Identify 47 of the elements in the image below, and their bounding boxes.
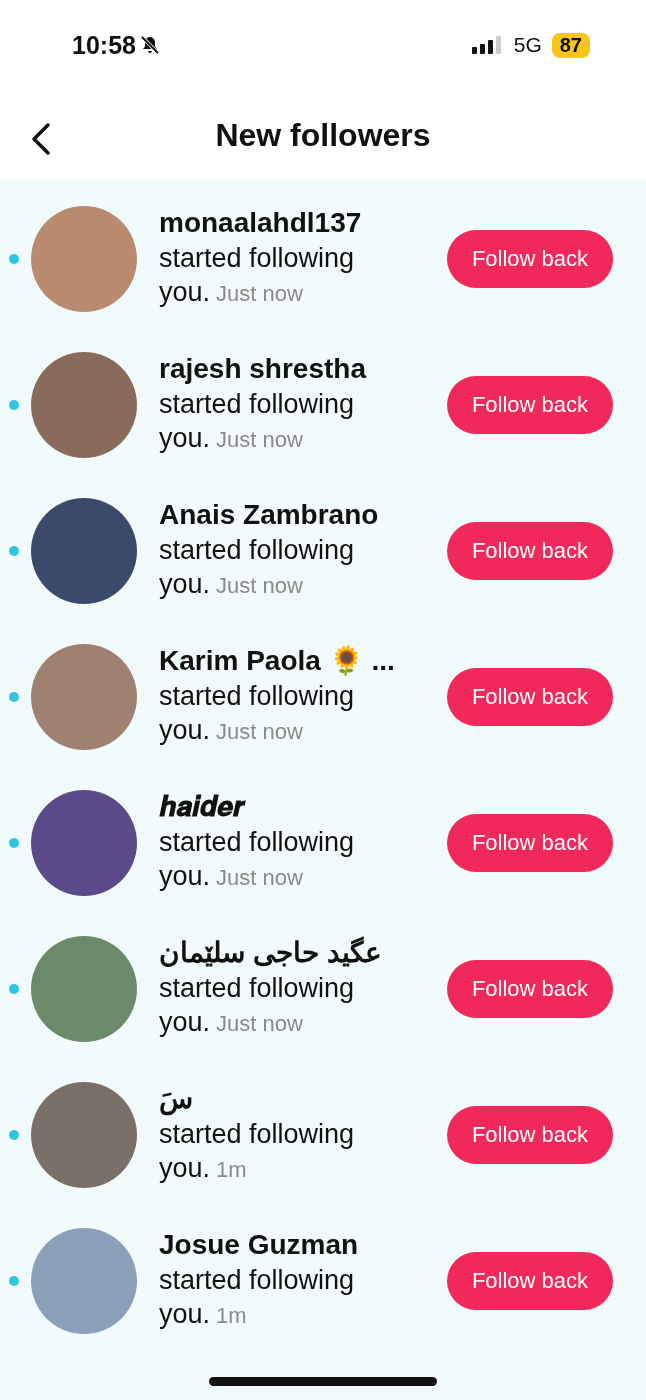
user-name[interactable]: عگید حاجی سلێمان bbox=[159, 935, 382, 971]
user-name[interactable]: Karim Paola 🌻 ... bbox=[159, 643, 395, 679]
time-ago: 1m bbox=[216, 1157, 247, 1182]
status-time: 10:58 bbox=[72, 30, 136, 60]
time-ago: Just now bbox=[216, 719, 303, 744]
follow-back-button[interactable]: Follow back bbox=[447, 230, 613, 288]
bell-muted-icon bbox=[139, 35, 160, 55]
user-name[interactable]: rajesh shrestha bbox=[159, 351, 366, 387]
network-label: 5G bbox=[513, 33, 542, 57]
follow-message: started following bbox=[159, 388, 355, 421]
follow-message: started following bbox=[159, 242, 355, 275]
time-ago: Just now bbox=[216, 573, 303, 598]
user-name[interactable]: 𝒉𝒂𝒊𝒅𝒆𝒓 bbox=[159, 789, 245, 825]
follow-back-button[interactable]: Follow back bbox=[447, 668, 613, 726]
page-title: New followers bbox=[215, 116, 431, 154]
follow-message-end: you. bbox=[159, 1007, 211, 1037]
follow-back-button[interactable]: Follow back bbox=[447, 376, 613, 434]
follow-message: started following bbox=[159, 972, 355, 1005]
follow-message: started following bbox=[159, 826, 355, 859]
follow-message-end: you. bbox=[159, 277, 211, 307]
follow-message-end: you. bbox=[159, 1299, 211, 1329]
follow-back-button[interactable]: Follow back bbox=[447, 522, 613, 580]
follow-message: started following bbox=[159, 534, 355, 567]
follow-message: started following bbox=[159, 680, 355, 713]
time-ago: 1m bbox=[216, 1303, 247, 1328]
user-name[interactable]: Anais Zambrano bbox=[159, 497, 379, 533]
user-name[interactable]: Josue Guzman bbox=[159, 1227, 359, 1263]
back-icon[interactable] bbox=[30, 122, 52, 156]
follow-back-button[interactable]: Follow back bbox=[447, 960, 613, 1018]
follow-message-end: you. bbox=[159, 569, 211, 599]
follow-message: started following bbox=[159, 1264, 355, 1297]
follow-message-end: you. bbox=[159, 423, 211, 453]
follow-back-button[interactable]: Follow back bbox=[447, 1252, 613, 1310]
follow-message: started following bbox=[159, 1118, 355, 1151]
user-name[interactable]: سَ bbox=[159, 1081, 193, 1117]
time-ago: Just now bbox=[216, 1011, 303, 1036]
user-name[interactable]: monaalahdl137 bbox=[159, 205, 362, 241]
time-ago: Just now bbox=[216, 427, 303, 452]
battery-level: 87 bbox=[551, 32, 590, 58]
follow-message-end: you. bbox=[159, 1153, 211, 1183]
follow-message-end: you. bbox=[159, 715, 211, 745]
signal-icon bbox=[471, 36, 504, 54]
time-ago: Just now bbox=[216, 865, 303, 890]
follow-back-button[interactable]: Follow back bbox=[447, 1106, 613, 1164]
time-ago: Just now bbox=[216, 281, 303, 306]
follow-message-end: you. bbox=[159, 861, 211, 891]
follow-back-button[interactable]: Follow back bbox=[447, 814, 613, 872]
